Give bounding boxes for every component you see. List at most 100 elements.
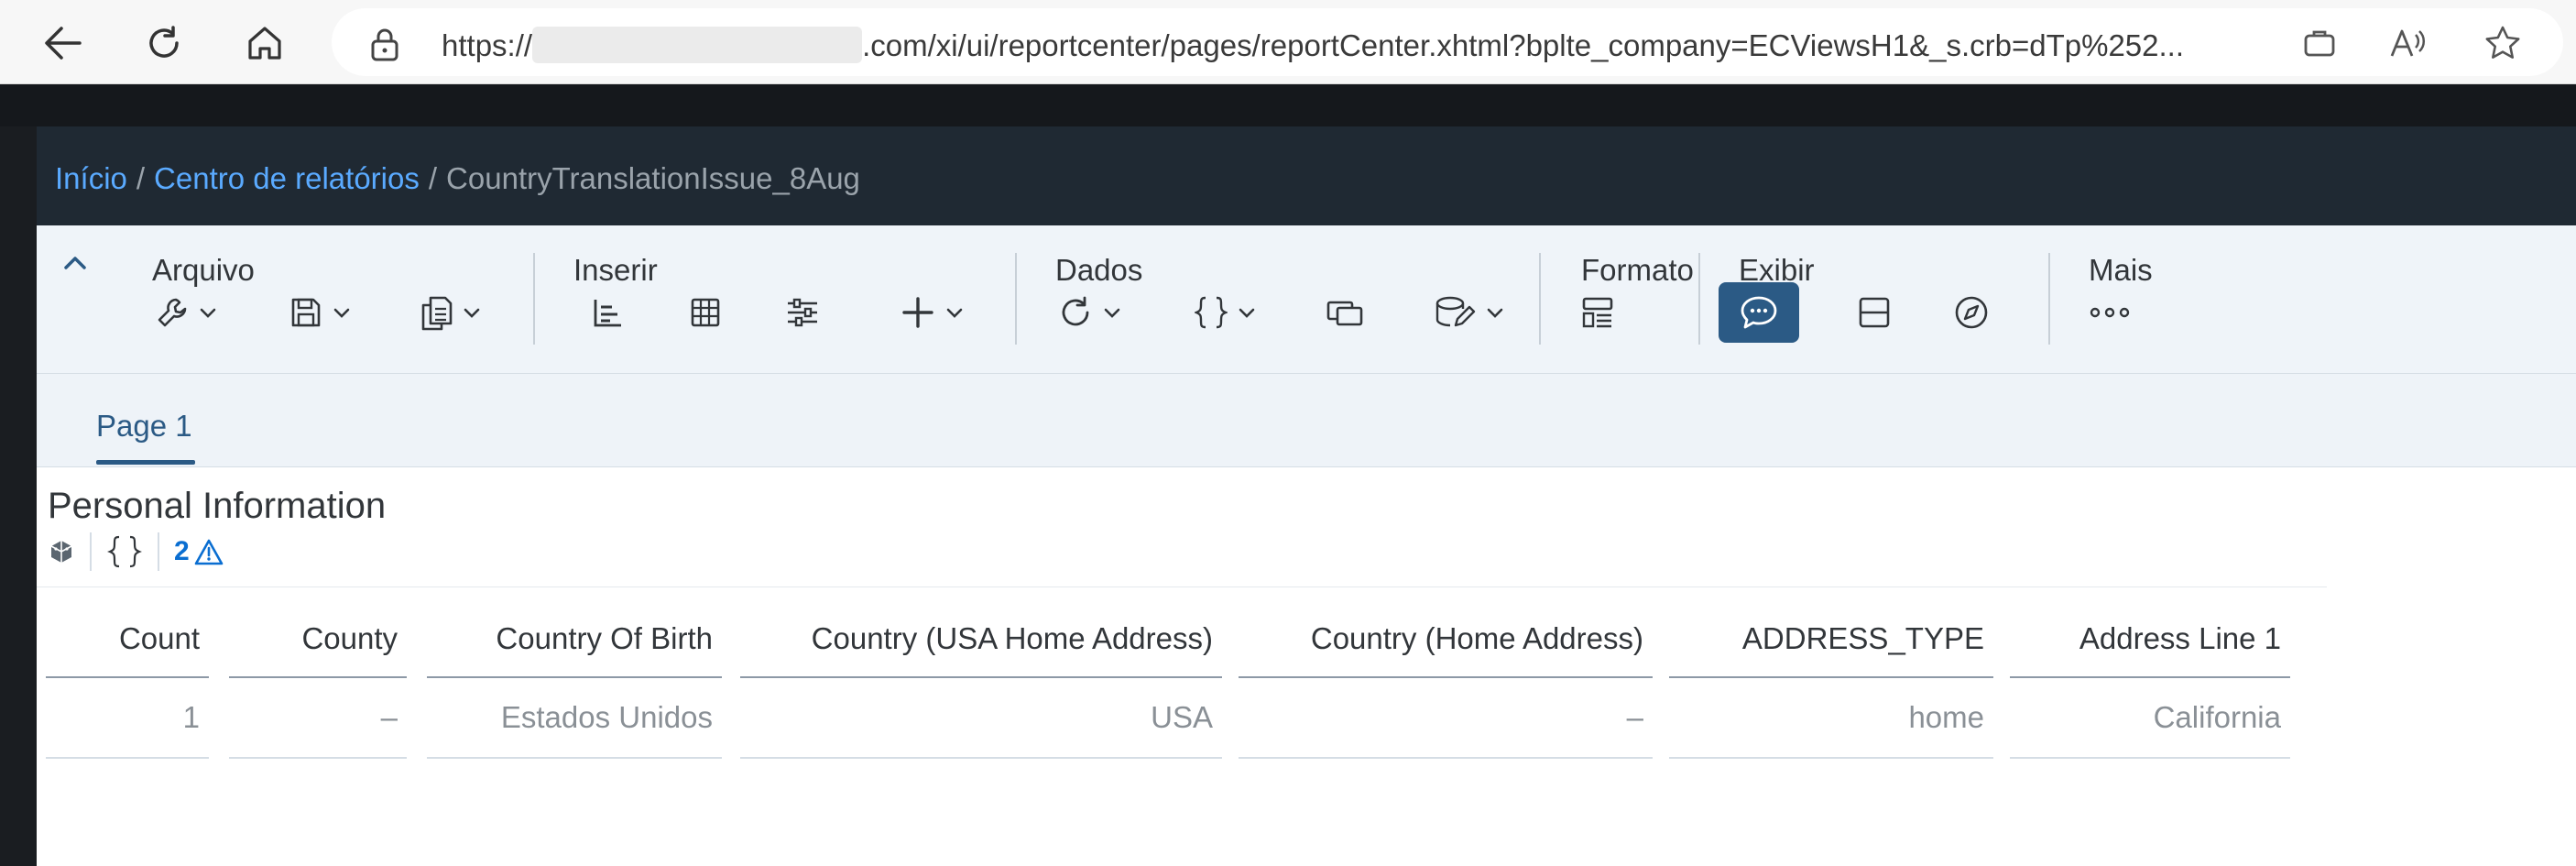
bar-chart-icon <box>594 300 621 327</box>
redacted-domain <box>532 27 863 63</box>
shell-bar: Início / Centro de relatórios / CountryTrans… <box>37 126 2576 225</box>
refresh-button[interactable] <box>139 18 189 68</box>
chevron-down-icon <box>1487 308 1503 318</box>
navigate-button[interactable] <box>1949 282 1993 343</box>
column-header-address-type[interactable]: ADDRESS_TYPE <box>1669 605 1993 678</box>
more-options-button[interactable] <box>2085 282 2134 343</box>
table-cell: home <box>1669 678 1993 759</box>
lock-icon <box>371 28 398 61</box>
column-header-country-of-birth[interactable]: Country Of Birth <box>427 605 722 678</box>
filter-sliders-icon <box>788 298 817 327</box>
column-header-count[interactable]: Count <box>46 605 209 678</box>
format-layout-button[interactable] <box>1576 282 1620 343</box>
cube-icon <box>50 541 72 563</box>
read-aloud-button[interactable] <box>2389 25 2426 61</box>
column-header-county[interactable]: County <box>229 605 407 678</box>
tab-page-1[interactable]: Page 1 <box>96 409 192 444</box>
back-icon <box>45 27 82 60</box>
toolbar-separator <box>533 253 535 345</box>
formula-menu-button[interactable] <box>1187 282 1264 343</box>
report-title: Personal Information <box>48 486 387 526</box>
warning-icon <box>194 539 223 565</box>
report-content: Personal Information 2 Count 1 County – <box>37 467 2576 866</box>
collapse-toolbar-button[interactable] <box>57 246 93 282</box>
back-button[interactable] <box>38 18 88 68</box>
tabs-data-button[interactable] <box>1323 282 1367 343</box>
table-cell: Estados Unidos <box>427 678 722 759</box>
settings-menu-button[interactable] <box>148 282 225 343</box>
insert-add-menu-button[interactable] <box>894 282 971 343</box>
url-suffix: .com/xi/ui/reportcenter/pages/reportCent… <box>862 28 2185 62</box>
edit-data-icon <box>1435 296 1476 327</box>
column-header-country-home-address[interactable]: Country (Home Address) <box>1239 605 1653 678</box>
report-toolbar: Arquivo Inserir Dados Formato Exibir Mai… <box>37 225 2576 374</box>
toolbar-separator <box>1015 253 1017 345</box>
table-cell: 1 <box>46 678 209 759</box>
url-prefix: https:// <box>442 28 533 62</box>
insert-table-button[interactable] <box>683 282 727 343</box>
meta-separator <box>158 532 159 571</box>
table-column: ADDRESS_TYPE home <box>1669 605 1993 759</box>
split-view-button[interactable] <box>1852 282 1896 343</box>
table-cell: USA <box>740 678 1222 759</box>
comments-toggle-button[interactable] <box>1719 282 1799 343</box>
save-icon <box>291 298 321 327</box>
breadcrumb-separator: / <box>428 161 438 195</box>
breadcrumb-home-link[interactable]: Início <box>55 161 127 195</box>
toolbar-separator <box>1698 253 1700 345</box>
table-column: County – <box>229 605 407 759</box>
warning-count: 2 <box>174 536 190 566</box>
chevron-down-icon <box>1239 308 1255 318</box>
breadcrumb-report-center-link[interactable]: Centro de relatórios <box>154 161 420 195</box>
insert-chart-button[interactable] <box>586 282 630 343</box>
breadcrumb: Início / Centro de relatórios / CountryTrans… <box>55 161 860 196</box>
page-tab-bar: Page 1 <box>37 374 2576 467</box>
chevron-up-icon <box>64 257 86 269</box>
add-icon <box>902 297 933 328</box>
chevron-down-icon <box>464 308 480 318</box>
home-button[interactable] <box>240 18 289 68</box>
column-header-country-usa-home-address[interactable]: Country (USA Home Address) <box>740 605 1222 678</box>
copy-icon <box>421 296 453 331</box>
table-icon <box>691 298 720 327</box>
table-cell: – <box>229 678 407 759</box>
toolbar-separator <box>1539 253 1541 345</box>
column-header-address-line-1[interactable]: Address Line 1 <box>2010 605 2290 678</box>
report-meta-row: 2 <box>48 532 224 572</box>
url-text: https:// .com/xi/ui/reportcenter/pages/re… <box>442 27 2184 63</box>
table-cell: – <box>1239 678 1653 759</box>
refresh-icon <box>149 26 179 58</box>
refresh-data-menu-button[interactable] <box>1052 282 1129 343</box>
copy-menu-button[interactable] <box>412 282 489 343</box>
favorite-star-icon <box>2485 26 2520 59</box>
comment-icon <box>1741 296 1777 329</box>
table-column: Address Line 1 California <box>2010 605 2290 759</box>
insert-filter-button[interactable] <box>780 282 824 343</box>
tabs-icon <box>1326 301 1363 326</box>
table-column: Count 1 <box>46 605 209 759</box>
data-model-button[interactable] <box>48 538 75 565</box>
table-column: Country (USA Home Address) USA <box>740 605 1222 759</box>
read-aloud-icon <box>2390 29 2426 57</box>
table-column: Country Of Birth Estados Unidos <box>427 605 722 759</box>
chevron-down-icon <box>946 308 963 318</box>
warnings-button[interactable]: 2 <box>174 536 224 567</box>
app-available-button[interactable] <box>2301 25 2338 61</box>
layout-icon <box>1582 297 1613 328</box>
table-column: Country (Home Address) – <box>1239 605 1653 759</box>
breadcrumb-current: CountryTranslationIssue_8Aug <box>446 161 860 195</box>
address-bar[interactable]: https:// .com/xi/ui/reportcenter/pages/re… <box>332 8 2563 76</box>
tab-selected-indicator <box>96 460 195 465</box>
formula-info-button[interactable] <box>106 533 143 570</box>
favorite-button[interactable] <box>2484 25 2521 61</box>
content-divider <box>37 586 2327 587</box>
edit-data-menu-button[interactable] <box>1424 282 1515 343</box>
compass-icon <box>1955 296 1988 329</box>
page-dark-band <box>0 84 2576 126</box>
save-menu-button[interactable] <box>282 282 359 343</box>
chevron-down-icon <box>200 308 216 318</box>
toolbar-separator <box>2048 253 2050 345</box>
refresh-icon <box>1062 296 1089 326</box>
report-app: Início / Centro de relatórios / CountryTrans… <box>37 126 2576 866</box>
wrench-icon <box>158 298 187 327</box>
